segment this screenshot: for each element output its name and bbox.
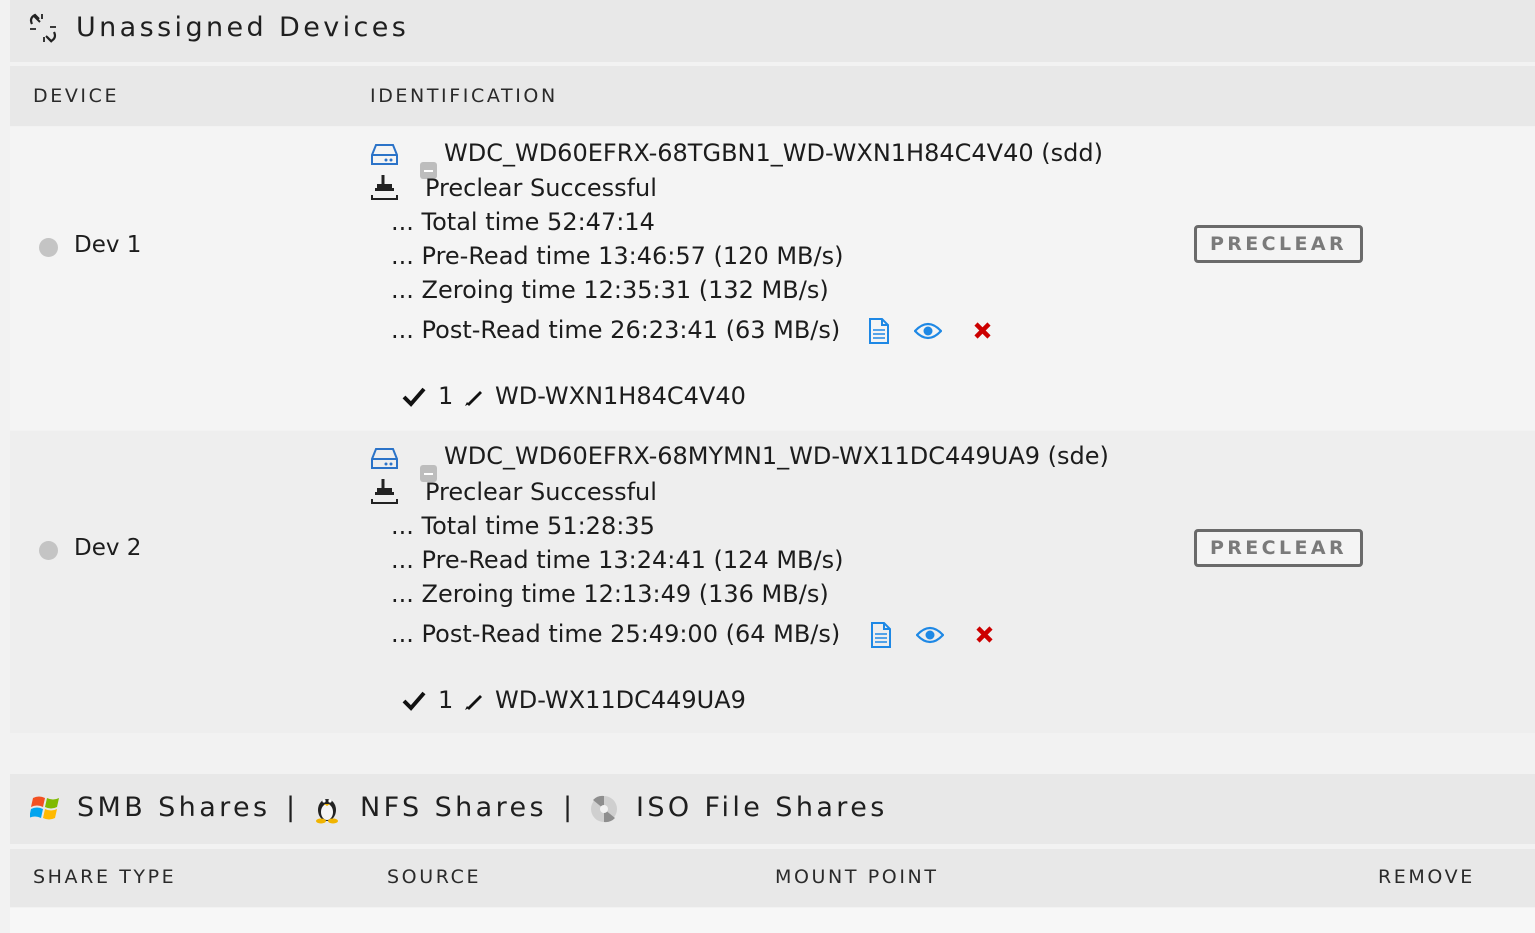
total-time: ... Total time 51:28:35 (391, 512, 655, 540)
eye-icon[interactable] (916, 626, 944, 644)
broken-link-icon (29, 13, 57, 43)
status-dot (39, 238, 58, 257)
table-row: Dev 2 WDC_WD60EFRX-68MYMN1_WD-WX11DC449U… (10, 431, 1535, 733)
page-title: Unassigned Devices (76, 12, 410, 43)
preread-time: ... Pre-Read time 13:46:57 (120 MB/s) (391, 242, 844, 270)
disc-icon (591, 795, 617, 823)
eye-icon[interactable] (914, 322, 942, 340)
postread-time: ... Post-Read time 26:23:41 (63 MB/s) (391, 316, 841, 344)
close-icon[interactable] (973, 321, 992, 340)
log-file-icon[interactable] (868, 318, 890, 344)
preclear-button[interactable]: PRECLEAR (1194, 225, 1363, 263)
column-share-type: SHARE TYPE (33, 866, 177, 888)
device-name[interactable]: Dev 2 (74, 535, 141, 561)
column-mount-point: MOUNT POINT (775, 866, 939, 888)
partition-number: 1 (438, 382, 454, 410)
partition-label[interactable]: WD-WXN1H84C4V40 (495, 382, 746, 410)
device-identification[interactable]: WDC_WD60EFRX-68TGBN1_WD-WXN1H84C4V40 (sd… (444, 139, 1103, 167)
preread-time: ... Pre-Read time 13:24:41 (124 MB/s) (391, 546, 844, 574)
preclear-status: Preclear Successful (425, 174, 657, 202)
shares-header: SMB Shares | NFS Shares | ISO File Share… (10, 774, 1535, 844)
log-file-icon[interactable] (870, 622, 892, 648)
pencil-icon[interactable] (463, 690, 485, 712)
preclear-brush-icon (371, 175, 398, 200)
shares-table-header: SHARE TYPE SOURCE MOUNT POINT REMOVE (10, 849, 1535, 907)
table-row: Dev 1 WDC_WD60EFRX-68TGBN1_WD-WXN1H84C4V… (10, 127, 1535, 430)
column-identification: IDENTIFICATION (370, 85, 558, 107)
tab-smb-shares[interactable]: SMB Shares (77, 792, 271, 823)
pencil-icon[interactable] (463, 386, 485, 408)
tab-nfs-shares[interactable]: NFS Shares (360, 792, 547, 823)
column-source: SOURCE (387, 866, 482, 888)
partition-label[interactable]: WD-WX11DC449UA9 (495, 686, 746, 714)
linux-penguin-icon (316, 799, 338, 824)
postread-time: ... Post-Read time 25:49:00 (64 MB/s) (391, 620, 841, 648)
partition-number: 1 (438, 686, 454, 714)
preclear-brush-icon (371, 479, 398, 504)
zeroing-time: ... Zeroing time 12:35:31 (132 MB/s) (391, 276, 829, 304)
tab-iso-file-shares[interactable]: ISO File Shares (636, 792, 888, 823)
devices-table-header: DEVICE IDENTIFICATION (10, 66, 1535, 126)
hard-drive-icon (371, 144, 398, 165)
total-time: ... Total time 52:47:14 (391, 208, 655, 236)
preclear-button[interactable]: PRECLEAR (1194, 529, 1363, 567)
status-dot (39, 541, 58, 560)
close-icon[interactable] (975, 625, 994, 644)
device-identification[interactable]: WDC_WD60EFRX-68MYMN1_WD-WX11DC449UA9 (sd… (444, 442, 1109, 470)
tab-separator: | (286, 792, 299, 823)
unassigned-devices-header: Unassigned Devices (10, 0, 1535, 62)
windows-icon (30, 796, 59, 820)
column-device: DEVICE (33, 85, 120, 107)
check-icon (402, 387, 426, 407)
column-remove: REMOVE (1378, 866, 1475, 888)
zeroing-time: ... Zeroing time 12:13:49 (136 MB/s) (391, 580, 829, 608)
hard-drive-icon (371, 448, 398, 469)
tab-separator: | (563, 792, 576, 823)
shares-table-body (10, 908, 1535, 933)
check-icon (402, 691, 426, 711)
preclear-status: Preclear Successful (425, 478, 657, 506)
device-name[interactable]: Dev 1 (74, 232, 141, 258)
